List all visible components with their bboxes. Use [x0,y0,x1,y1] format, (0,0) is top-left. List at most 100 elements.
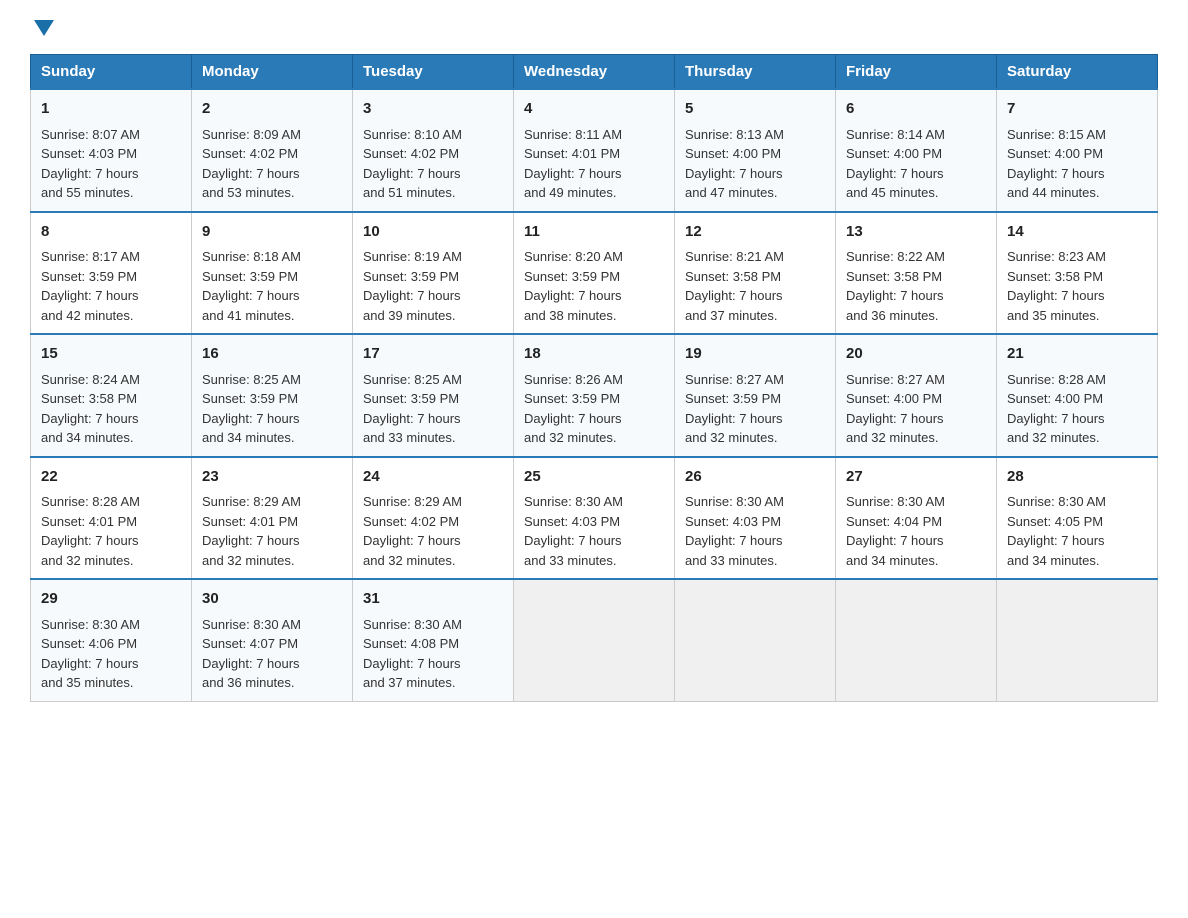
day-info: Sunrise: 8:27 AMSunset: 3:59 PMDaylight:… [685,370,825,448]
day-info: Sunrise: 8:29 AMSunset: 4:01 PMDaylight:… [202,492,342,570]
calendar-week-row: 1 Sunrise: 8:07 AMSunset: 4:03 PMDaylight… [31,89,1158,212]
day-number: 14 [1007,221,1147,244]
table-row: 31Sunrise: 8:30 AMSunset: 4:08 PMDayligh… [353,579,514,701]
table-row: 27Sunrise: 8:30 AMSunset: 4:04 PMDayligh… [836,457,997,580]
table-row [514,579,675,701]
day-info: Sunrise: 8:07 AMSunset: 4:03 PMDaylight:… [41,125,181,203]
table-row: 7 Sunrise: 8:15 AMSunset: 4:00 PMDaylight… [997,89,1158,212]
table-row: 22 Sunrise: 8:28 AMSunset: 4:01 PMDayligh… [31,457,192,580]
header-thursday: Thursday [675,55,836,90]
day-info: Sunrise: 8:27 AMSunset: 4:00 PMDaylight:… [846,370,986,448]
day-number: 20 [846,343,986,366]
day-number: 23 [202,466,342,489]
day-number: 13 [846,221,986,244]
day-number: 19 [685,343,825,366]
day-number: 1 [41,98,181,121]
table-row: 6 Sunrise: 8:14 AMSunset: 4:00 PMDaylight… [836,89,997,212]
calendar-week-row: 29 Sunrise: 8:30 AMSunset: 4:06 PMDayligh… [31,579,1158,701]
day-number: 25 [524,466,664,489]
day-info: Sunrise: 8:15 AMSunset: 4:00 PMDaylight:… [1007,125,1147,203]
day-number: 12 [685,221,825,244]
day-number: 9 [202,221,342,244]
day-info: Sunrise: 8:30 AMSunset: 4:07 PMDaylight:… [202,615,342,693]
day-number: 15 [41,343,181,366]
table-row: 2Sunrise: 8:09 AMSunset: 4:02 PMDaylight… [192,89,353,212]
day-info: Sunrise: 8:30 AMSunset: 4:05 PMDaylight:… [1007,492,1147,570]
day-number: 8 [41,221,181,244]
day-info: Sunrise: 8:17 AMSunset: 3:59 PMDaylight:… [41,247,181,325]
day-number: 17 [363,343,503,366]
table-row: 1 Sunrise: 8:07 AMSunset: 4:03 PMDaylight… [31,89,192,212]
header-friday: Friday [836,55,997,90]
day-info: Sunrise: 8:29 AMSunset: 4:02 PMDaylight:… [363,492,503,570]
table-row: 30 Sunrise: 8:30 AMSunset: 4:07 PMDayligh… [192,579,353,701]
day-info: Sunrise: 8:22 AMSunset: 3:58 PMDaylight:… [846,247,986,325]
table-row: 21Sunrise: 8:28 AMSunset: 4:00 PMDayligh… [997,334,1158,457]
table-row: 16 Sunrise: 8:25 AMSunset: 3:59 PMDayligh… [192,334,353,457]
day-number: 29 [41,588,181,611]
table-row: 13 Sunrise: 8:22 AMSunset: 3:58 PMDayligh… [836,212,997,335]
table-row: 26 Sunrise: 8:30 AMSunset: 4:03 PMDayligh… [675,457,836,580]
table-row [997,579,1158,701]
day-number: 6 [846,98,986,121]
day-info: Sunrise: 8:23 AMSunset: 3:58 PMDaylight:… [1007,247,1147,325]
day-info: Sunrise: 8:24 AMSunset: 3:58 PMDaylight:… [41,370,181,448]
day-info: Sunrise: 8:28 AMSunset: 4:01 PMDaylight:… [41,492,181,570]
day-info: Sunrise: 8:30 AMSunset: 4:03 PMDaylight:… [524,492,664,570]
day-info: Sunrise: 8:18 AMSunset: 3:59 PMDaylight:… [202,247,342,325]
day-info: Sunrise: 8:30 AMSunset: 4:06 PMDaylight:… [41,615,181,693]
table-row [836,579,997,701]
day-info: Sunrise: 8:20 AMSunset: 3:59 PMDaylight:… [524,247,664,325]
day-info: Sunrise: 8:26 AMSunset: 3:59 PMDaylight:… [524,370,664,448]
day-number: 11 [524,221,664,244]
day-number: 18 [524,343,664,366]
table-row: 15 Sunrise: 8:24 AMSunset: 3:58 PMDayligh… [31,334,192,457]
day-number: 30 [202,588,342,611]
day-number: 3 [363,98,503,121]
table-row [675,579,836,701]
header-monday: Monday [192,55,353,90]
table-row: 24Sunrise: 8:29 AMSunset: 4:02 PMDayligh… [353,457,514,580]
day-number: 26 [685,466,825,489]
table-row: 11 Sunrise: 8:20 AMSunset: 3:59 PMDayligh… [514,212,675,335]
day-info: Sunrise: 8:21 AMSunset: 3:58 PMDaylight:… [685,247,825,325]
day-info: Sunrise: 8:14 AMSunset: 4:00 PMDaylight:… [846,125,986,203]
logo [30,20,54,38]
table-row: 25 Sunrise: 8:30 AMSunset: 4:03 PMDayligh… [514,457,675,580]
calendar-week-row: 15 Sunrise: 8:24 AMSunset: 3:58 PMDayligh… [31,334,1158,457]
logo-triangle-icon [34,20,54,36]
table-row: 12 Sunrise: 8:21 AMSunset: 3:58 PMDayligh… [675,212,836,335]
header-sunday: Sunday [31,55,192,90]
table-row: 5 Sunrise: 8:13 AMSunset: 4:00 PMDaylight… [675,89,836,212]
day-number: 2 [202,98,342,121]
table-row: 3 Sunrise: 8:10 AMSunset: 4:02 PMDaylight… [353,89,514,212]
day-number: 16 [202,343,342,366]
day-info: Sunrise: 8:10 AMSunset: 4:02 PMDaylight:… [363,125,503,203]
calendar-header-row: SundayMondayTuesdayWednesdayThursdayFrid… [31,55,1158,90]
day-info: Sunrise: 8:25 AMSunset: 3:59 PMDaylight:… [202,370,342,448]
table-row: 10 Sunrise: 8:19 AMSunset: 3:59 PMDayligh… [353,212,514,335]
day-number: 27 [846,466,986,489]
day-number: 22 [41,466,181,489]
day-number: 4 [524,98,664,121]
table-row: 20 Sunrise: 8:27 AMSunset: 4:00 PMDayligh… [836,334,997,457]
table-row: 29 Sunrise: 8:30 AMSunset: 4:06 PMDayligh… [31,579,192,701]
calendar-table: SundayMondayTuesdayWednesdayThursdayFrid… [30,54,1158,702]
day-number: 10 [363,221,503,244]
table-row: 14 Sunrise: 8:23 AMSunset: 3:58 PMDayligh… [997,212,1158,335]
calendar-week-row: 22 Sunrise: 8:28 AMSunset: 4:01 PMDayligh… [31,457,1158,580]
day-info: Sunrise: 8:19 AMSunset: 3:59 PMDaylight:… [363,247,503,325]
table-row: 4 Sunrise: 8:11 AMSunset: 4:01 PMDaylight… [514,89,675,212]
day-number: 5 [685,98,825,121]
day-info: Sunrise: 8:13 AMSunset: 4:00 PMDaylight:… [685,125,825,203]
day-number: 7 [1007,98,1147,121]
day-info: Sunrise: 8:25 AMSunset: 3:59 PMDaylight:… [363,370,503,448]
table-row: 18 Sunrise: 8:26 AMSunset: 3:59 PMDayligh… [514,334,675,457]
day-number: 31 [363,588,503,611]
table-row: 9 Sunrise: 8:18 AMSunset: 3:59 PMDaylight… [192,212,353,335]
table-row: 8 Sunrise: 8:17 AMSunset: 3:59 PMDaylight… [31,212,192,335]
day-info: Sunrise: 8:30 AMSunset: 4:03 PMDaylight:… [685,492,825,570]
day-info: Sunrise: 8:11 AMSunset: 4:01 PMDaylight:… [524,125,664,203]
table-row: 28 Sunrise: 8:30 AMSunset: 4:05 PMDayligh… [997,457,1158,580]
day-number: 28 [1007,466,1147,489]
